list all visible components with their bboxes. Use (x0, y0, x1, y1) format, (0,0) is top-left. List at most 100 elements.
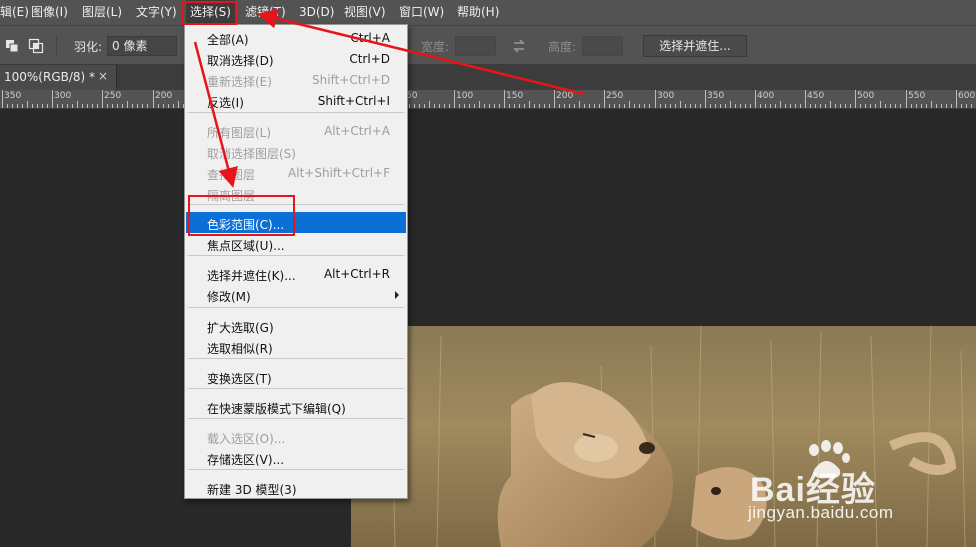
menu-item-label: 焦点区域(U)... (207, 239, 285, 253)
ruler-minor-tick (107, 104, 108, 108)
menu-view[interactable]: 视图(V) (340, 0, 390, 25)
ruler-minor-tick (564, 104, 565, 108)
ruler-minor-tick (17, 104, 18, 108)
menu-help[interactable]: 帮助(H) (453, 0, 503, 25)
menu-item-all-layers: 所有图层(L) Alt+Ctrl+A (186, 120, 406, 141)
menu-layer[interactable]: 图层(L) (78, 0, 126, 25)
menu-item-deselect[interactable]: 取消选择(D) Ctrl+D (186, 48, 406, 69)
menu-item-shortcut: Shift+Ctrl+I (317, 94, 390, 108)
ruler-major-tick (102, 90, 103, 108)
ruler-minor-tick (745, 104, 746, 108)
menu-item-label: 选取相似(R) (207, 342, 273, 356)
ruler-minor-tick (614, 104, 615, 108)
height-input[interactable] (582, 36, 623, 56)
add-to-selection-icon[interactable] (4, 38, 20, 54)
ruler-label: 200 (155, 91, 173, 101)
menu-item-modify[interactable]: 修改(M) (186, 284, 406, 305)
menu-item-grow[interactable]: 扩大选取(G) (186, 315, 406, 336)
menu-type[interactable]: 文字(Y) (132, 0, 181, 25)
ruler-minor-tick (639, 104, 640, 108)
menu-item-similar[interactable]: 选取相似(R) (186, 336, 406, 357)
select-and-mask-button[interactable]: 选择并遮住... (643, 35, 747, 57)
document-tab-title: 100%(RGB/8) * (4, 70, 96, 84)
ruler-minor-tick (710, 104, 711, 108)
swap-icon[interactable] (511, 38, 527, 54)
menu-item-inverse[interactable]: 反选(I) Shift+Ctrl+I (186, 90, 406, 111)
ruler-minor-tick (890, 104, 891, 108)
ruler-minor-tick (112, 104, 113, 108)
menu-item-label: 取消选择(D) (207, 54, 274, 68)
menu-window[interactable]: 窗口(W) (395, 0, 448, 25)
ruler-minor-tick (775, 104, 776, 108)
menu-item-reselect: 重新选择(E) Shift+Ctrl+D (186, 69, 406, 90)
ruler-major-tick (554, 90, 555, 108)
menu-item-label: 所有图层(L) (207, 126, 272, 140)
menu-item-label: 新建 3D 模型(3) (207, 483, 297, 497)
feather-input[interactable]: 0 像素 (107, 36, 177, 56)
menu-item-save-selection[interactable]: 存储选区(V)... (186, 447, 406, 468)
ruler-minor-tick (670, 104, 671, 108)
ruler-minor-tick (72, 104, 73, 108)
annotation-box-select-menu (181, 1, 237, 25)
menu-item-load-selection: 载入选区(O)... (186, 426, 406, 447)
menu-item-quick-mask[interactable]: 在快速蒙版模式下编辑(Q) (186, 396, 406, 417)
ruler-minor-tick (815, 104, 816, 108)
ruler-minor-tick (449, 104, 450, 108)
menu-item-select-all[interactable]: 全部(A) Ctrl+A (186, 27, 406, 48)
ruler-major-tick (153, 90, 154, 108)
ruler-minor-tick (785, 104, 786, 108)
ruler-minor-tick (820, 104, 821, 108)
ruler-minor-tick (579, 101, 580, 108)
ruler-minor-tick (765, 104, 766, 108)
menu-item-select-and-mask[interactable]: 选择并遮住(K)... Alt+Ctrl+R (186, 263, 406, 284)
ruler-minor-tick (178, 101, 179, 108)
watermark-url: jingyan.baidu.com (748, 503, 894, 522)
ruler-minor-tick (594, 104, 595, 108)
ruler-minor-tick (147, 104, 148, 108)
ruler-minor-tick (122, 104, 123, 108)
ruler-minor-tick (444, 104, 445, 108)
ruler-minor-tick (77, 101, 78, 108)
ruler-minor-tick (750, 104, 751, 108)
menu-item-new-3d-extrusion[interactable]: 新建 3D 模型(3) (186, 477, 406, 498)
ruler-major-tick (855, 90, 856, 108)
ruler-minor-tick (92, 104, 93, 108)
ruler-minor-tick (459, 104, 460, 108)
menu-filter[interactable]: 滤镜(T) (241, 0, 290, 25)
ruler-minor-tick (117, 104, 118, 108)
ruler-minor-tick (885, 104, 886, 108)
ruler-minor-tick (966, 104, 967, 108)
ruler-major-tick (956, 90, 957, 108)
menu-item-focus-area[interactable]: 焦点区域(U)... (186, 233, 406, 254)
ruler-label: 250 (606, 91, 624, 101)
menu-item-shortcut: Alt+Ctrl+R (323, 267, 390, 281)
close-icon[interactable]: × (98, 69, 108, 83)
ruler-minor-tick (37, 104, 38, 108)
ruler-minor-tick (860, 104, 861, 108)
ruler-label: 400 (757, 91, 775, 101)
ruler-major-tick (2, 90, 3, 108)
menu-image[interactable]: 图像(I) (27, 0, 72, 25)
ruler-minor-tick (163, 104, 164, 108)
ruler-minor-tick (675, 104, 676, 108)
horizontal-ruler[interactable]: 3503002502001501005005010015020025030035… (0, 90, 976, 109)
ruler-minor-tick (499, 104, 500, 108)
options-bar: 羽化: 0 像素 宽度: 高度: 选择并遮住... (0, 25, 976, 65)
document-tab[interactable]: 100%(RGB/8) * × (0, 65, 117, 90)
ruler-minor-tick (22, 104, 23, 108)
menu-separator (188, 469, 404, 470)
intersect-selection-icon[interactable] (28, 38, 44, 54)
ruler-minor-tick (414, 104, 415, 108)
ruler-major-tick (504, 90, 505, 108)
ruler-minor-tick (62, 104, 63, 108)
ruler-minor-tick (494, 104, 495, 108)
ruler-minor-tick (971, 104, 972, 108)
ruler-minor-tick (569, 104, 570, 108)
menu-item-label: 选择并遮住(K)... (207, 269, 296, 283)
menu-3d[interactable]: 3D(D) (295, 0, 338, 25)
menu-item-transform-selection[interactable]: 变换选区(T) (186, 366, 406, 387)
ruler-label: 200 (556, 91, 574, 101)
ruler-minor-tick (795, 104, 796, 108)
width-input[interactable] (455, 36, 496, 56)
ruler-minor-tick (514, 104, 515, 108)
